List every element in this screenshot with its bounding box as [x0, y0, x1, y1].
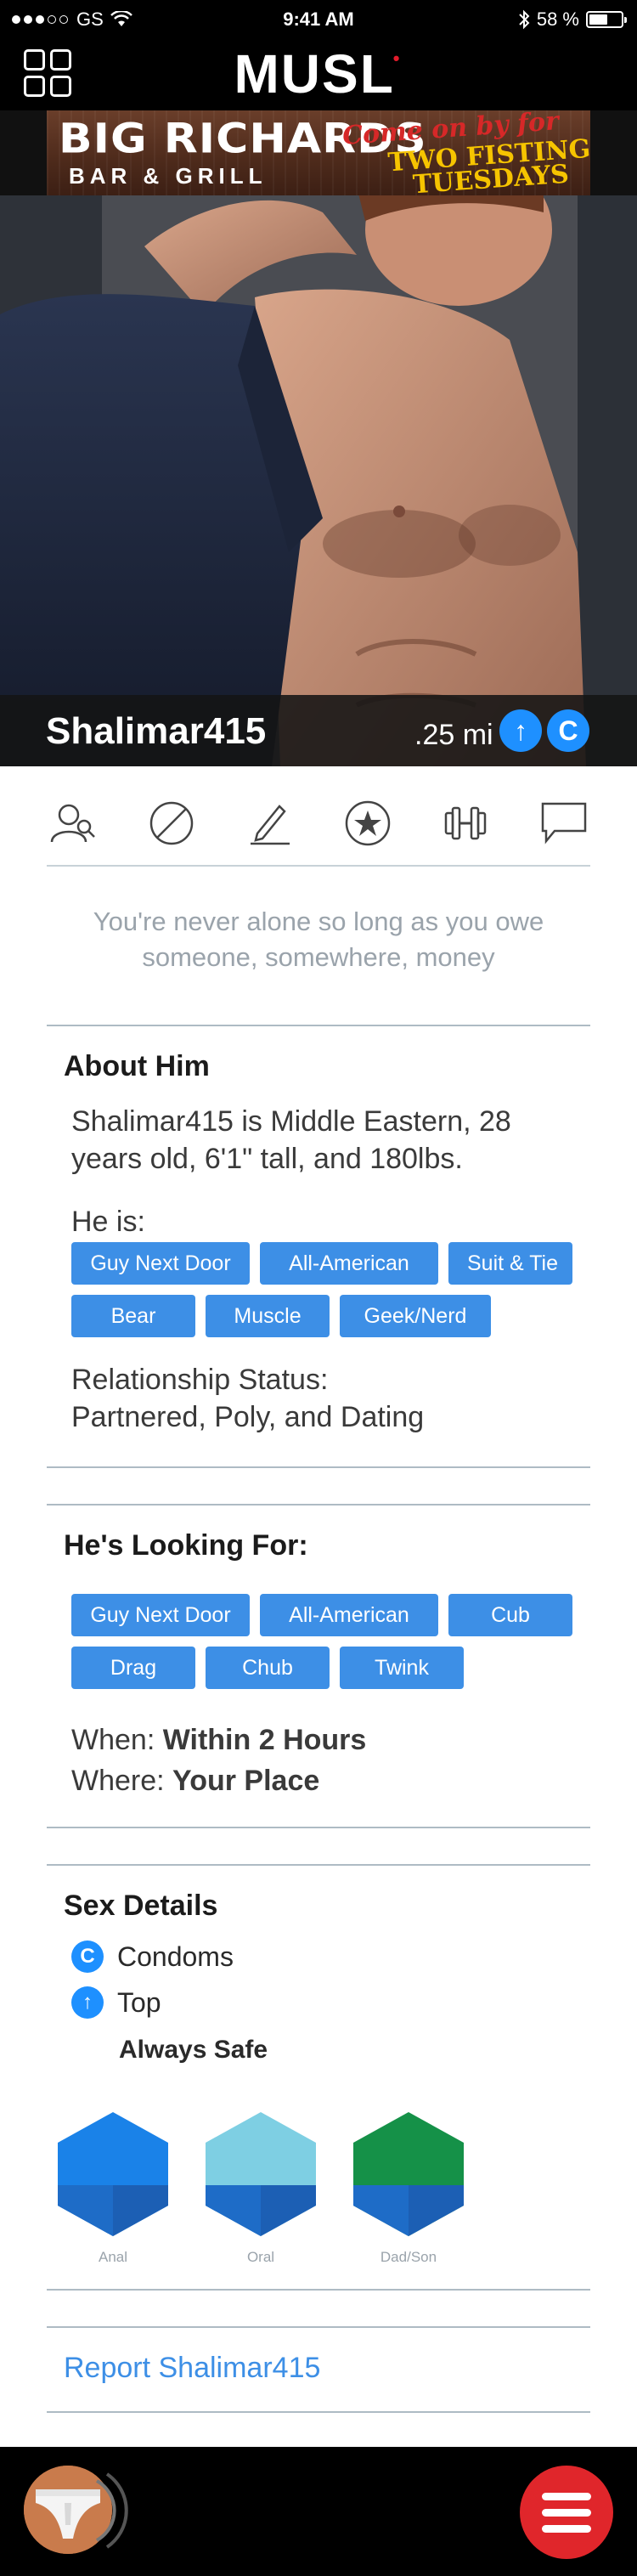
position-row: ↑ Top — [71, 1986, 161, 2019]
where-row: Where: Your Place — [71, 1760, 319, 1801]
logo-text: MUSL — [234, 43, 395, 105]
where-label: Where: — [71, 1765, 165, 1797]
note-button[interactable] — [243, 797, 296, 850]
hexagon-anal[interactable]: Anal — [56, 2110, 170, 2266]
when-value: Within 2 Hours — [162, 1724, 367, 1756]
app-logo: MUSL• — [0, 42, 637, 105]
status-bar: GS 9:41 AM 58 % — [0, 0, 637, 37]
favorite-button[interactable] — [341, 797, 394, 850]
logo-accent: • — [392, 48, 402, 69]
when-row: When: Within 2 Hours — [71, 1720, 366, 1760]
ad-banner-image[interactable]: BIG RICHARDS BAR & GRILL Come on by for … — [47, 110, 590, 195]
hexagon-icon — [206, 2112, 316, 2236]
bluetooth-icon — [519, 9, 530, 30]
tag-chip[interactable]: All-American — [260, 1594, 438, 1636]
bottom-bar — [0, 2447, 637, 2576]
profile-tagline: You're never alone so long as you owe so… — [93, 907, 544, 972]
tag-chip[interactable]: All-American — [260, 1242, 438, 1285]
divider — [47, 1025, 590, 1026]
pencil-icon — [251, 805, 290, 845]
divider — [47, 1504, 590, 1505]
divider — [47, 2411, 590, 2413]
hexagon-dad-son[interactable]: Dad/Son — [352, 2110, 465, 2266]
profile-username: Shalimar415 — [46, 710, 267, 752]
condom-badge-icon: C — [547, 709, 589, 752]
chat-icon — [541, 802, 587, 845]
report-link[interactable]: Report Shalimar415 — [64, 2352, 320, 2385]
top-arrow-icon: ↑ — [71, 1986, 104, 2019]
battery-fill — [589, 14, 607, 25]
status-right: 58 % — [518, 8, 627, 31]
divider — [47, 1466, 590, 1468]
chat-button[interactable] — [538, 797, 590, 850]
battery-icon — [586, 11, 627, 28]
signal-waves-icon — [95, 2472, 128, 2549]
profile-photo-illustration — [0, 195, 637, 766]
app-header: MUSL• — [0, 37, 637, 110]
looking-for-tags: Guy Next Door All-American Cub Drag Chub… — [71, 1594, 598, 1689]
profile-actions — [47, 782, 590, 867]
divider — [47, 1827, 590, 1828]
tag-chip[interactable]: Muscle — [206, 1295, 330, 1337]
profile-photo[interactable]: Shalimar415 .25 mi ↑ C — [0, 195, 637, 766]
tag-chip[interactable]: Bear — [71, 1295, 195, 1337]
menu-line — [542, 2508, 591, 2517]
profile-nameplate: Shalimar415 .25 mi ↑ C — [0, 695, 637, 766]
block-icon — [149, 801, 193, 845]
where-value: Your Place — [172, 1765, 320, 1797]
block-button[interactable] — [145, 797, 198, 850]
star-icon — [345, 800, 391, 846]
tag-chip[interactable]: Chub — [206, 1647, 330, 1689]
tag-chip[interactable]: Drag — [71, 1647, 195, 1689]
hexagon-icon — [58, 2112, 168, 2236]
divider — [47, 2289, 590, 2291]
when-label: When: — [71, 1724, 155, 1756]
sex-details-title: Sex Details — [64, 1890, 218, 1922]
relationship-value: Partnered, Poly, and Dating — [71, 1401, 425, 1433]
dumbbell-icon — [445, 806, 487, 840]
user-search-icon — [50, 804, 95, 843]
preference-hexagons: Anal Oral Dad/Son — [56, 2110, 498, 2266]
about-title: About Him — [64, 1050, 210, 1082]
ad-subtitle: BAR & GRILL — [69, 163, 268, 189]
tag-chip[interactable]: Guy Next Door — [71, 1594, 250, 1636]
tag-chip[interactable]: Guy Next Door — [71, 1242, 250, 1285]
condom-row: C Condoms — [71, 1940, 234, 1973]
he-is-label: He is: — [71, 1206, 145, 1238]
condom-label: Condoms — [117, 1940, 234, 1972]
view-profile-button[interactable] — [47, 797, 99, 850]
menu-line — [542, 2524, 591, 2533]
tag-chip[interactable]: Suit & Tie — [448, 1242, 572, 1285]
safety-status: Always Safe — [119, 2036, 268, 2064]
battery-percent: 58 % — [536, 8, 579, 30]
workout-button[interactable] — [439, 797, 492, 850]
hexagon-label: Dad/Son — [380, 2249, 437, 2265]
condom-icon: C — [71, 1940, 104, 1973]
top-badge-icon: ↑ — [499, 709, 542, 752]
looking-for-title: He's Looking For: — [64, 1529, 308, 1562]
tag-chip[interactable]: Twink — [340, 1647, 464, 1689]
hexagon-oral[interactable]: Oral — [204, 2110, 318, 2266]
position-label: Top — [117, 1986, 161, 2018]
hexagon-label: Oral — [246, 2249, 275, 2265]
ad-banner: BIG RICHARDS BAR & GRILL Come on by for … — [0, 110, 637, 195]
hexagon-label: Anal — [98, 2249, 128, 2265]
tag-chip[interactable]: Cub — [448, 1594, 572, 1636]
profile-distance: .25 mi — [414, 719, 493, 751]
hexagon-icon — [353, 2112, 464, 2236]
about-summary: Shalimar415 is Middle Eastern, 28 years … — [71, 1105, 511, 1175]
tag-chip[interactable]: Geek/Nerd — [340, 1295, 491, 1337]
relationship-label: Relationship Status: — [71, 1364, 329, 1396]
about-tags: Guy Next Door All-American Suit & Tie Be… — [71, 1242, 598, 1337]
divider — [47, 1864, 590, 1866]
menu-line — [542, 2492, 591, 2500]
hamburger-menu-button[interactable] — [520, 2466, 613, 2559]
divider — [47, 2326, 590, 2328]
